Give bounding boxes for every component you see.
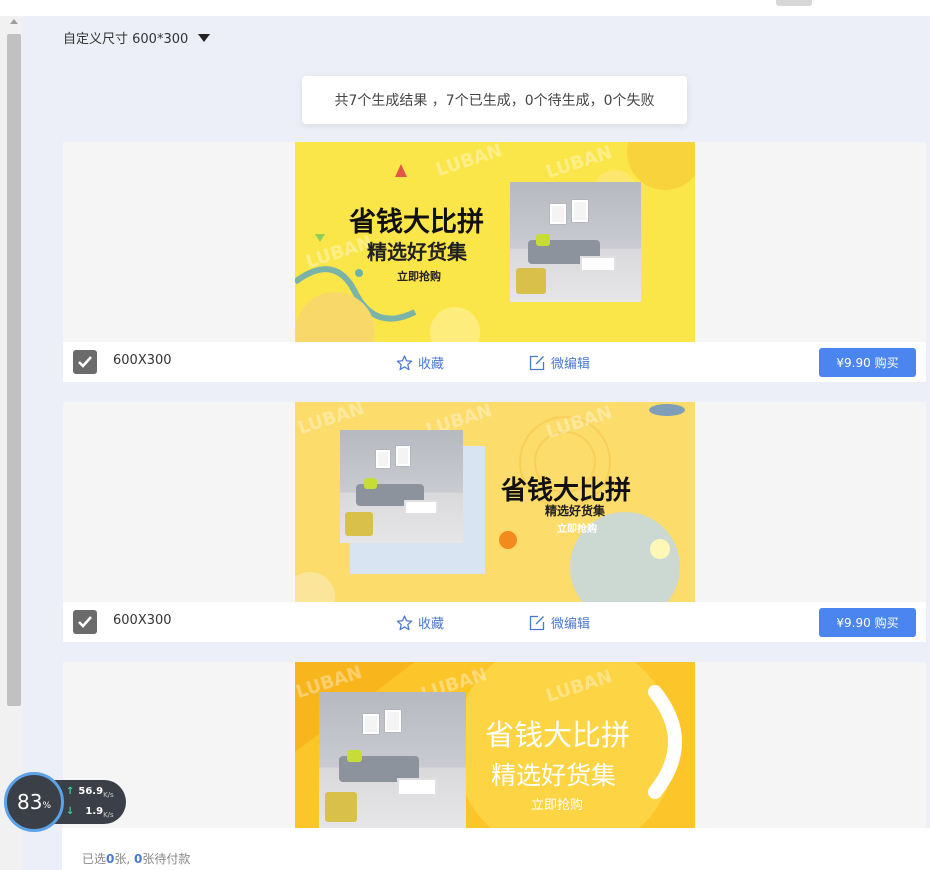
favorite-label: 收藏 <box>418 617 445 632</box>
picture-frame <box>572 200 588 222</box>
banner-image[interactable]: LUBAN LUBAN LUBAN 省钱大比拼 精选好货集 立即抢购 <box>295 142 695 342</box>
checkmark-icon <box>78 616 92 628</box>
scroll-thumb[interactable] <box>7 34 21 706</box>
card-footer: 600X300 收藏 微编辑 ¥9.90 购买 <box>63 602 926 642</box>
star-icon <box>396 354 413 370</box>
banner-photo <box>340 430 463 543</box>
banner-preview-area: LUBAN LUBAN LUBAN 省钱大比拼 精选好货集 立即抢购 <box>63 402 926 602</box>
usage-percent-unit: % <box>42 801 51 811</box>
micro-edit-label: 微编辑 <box>551 617 591 632</box>
pillow <box>347 750 362 762</box>
edit-icon <box>529 355 545 370</box>
card-footer: 600X300 收藏 微编辑 ¥9.90 购买 <box>63 342 926 382</box>
scroll-up-arrow-icon[interactable] <box>10 19 18 24</box>
selection-bar: 已选0张, 0张待付款 <box>62 828 930 870</box>
selection-status: 已选0张, 0张待付款 <box>82 850 190 867</box>
result-card: LUBAN LUBAN LUBAN 省钱大比拼 精选好货集 立即抢购 600X3… <box>63 402 926 642</box>
banner-cta: 立即抢购 <box>397 270 441 283</box>
coffee-table <box>580 256 616 272</box>
result-card: LUBAN LUBAN LUBAN 省钱大比拼 精选好货集 立即抢购 600X3… <box>63 142 926 382</box>
generation-summary: 共7个生成结果 ，7个已生成，0个待生成，0个失败 <box>302 76 687 124</box>
result-card: LUBAN LUBAN LUBAN 省钱大比拼 精选好货集 立即抢购 <box>63 662 926 828</box>
size-dropdown-label: 自定义尺寸 600*300 <box>63 32 189 47</box>
checkmark-icon <box>78 356 92 368</box>
coffee-table <box>404 500 438 515</box>
download-speed: ↓ 1.9K/s <box>66 806 114 819</box>
upload-value: 56.9 <box>78 786 104 797</box>
upload-unit: K/s <box>103 791 114 799</box>
caret-down-icon <box>198 33 211 42</box>
favorite-button[interactable]: 收藏 <box>396 353 444 372</box>
picture-frame <box>396 446 410 466</box>
picture-frame <box>385 710 401 732</box>
download-arrow-icon: ↓ <box>66 806 75 817</box>
selection-suffix: 张待付款 <box>142 852 191 866</box>
banner-subline: 精选好货集 <box>367 240 467 264</box>
usage-gauge: 83% <box>4 772 64 832</box>
banner-headline: 省钱大比拼 <box>349 207 484 238</box>
select-checkbox[interactable] <box>73 610 97 634</box>
stool <box>325 792 357 822</box>
banner-preview-area: LUBAN LUBAN LUBAN 省钱大比拼 精选好货集 立即抢购 <box>63 662 926 828</box>
selection-prefix: 已选 <box>82 852 107 866</box>
banner-cta: 立即抢购 <box>557 524 597 535</box>
upload-speed: ↑ 56.9K/s <box>66 786 114 799</box>
picture-frame <box>550 204 566 224</box>
banner-headline: 省钱大比拼 <box>485 718 631 752</box>
select-checkbox[interactable] <box>73 350 97 374</box>
star-icon <box>396 614 413 630</box>
banner-cta: 立即抢购 <box>531 798 584 813</box>
banner-photo <box>319 692 466 828</box>
card-size-label: 600X300 <box>113 613 172 628</box>
buy-button[interactable]: ¥9.90 购买 <box>819 608 916 637</box>
speed-widget[interactable]: 83% ↑ 56.9K/s ↓ 1.9K/s <box>4 772 126 832</box>
stool <box>345 512 373 536</box>
summary-text: 共7个生成结果 ，7个已生成，0个待生成，0个失败 <box>334 93 655 109</box>
pillow <box>536 234 550 246</box>
picture-frame <box>376 450 390 468</box>
micro-edit-button[interactable]: 微编辑 <box>529 353 590 372</box>
size-dropdown[interactable]: 自定义尺寸 600*300 <box>63 28 211 47</box>
picture-frame <box>363 714 379 734</box>
banner-image[interactable]: LUBAN LUBAN LUBAN 省钱大比拼 精选好货集 立即抢购 <box>295 402 695 602</box>
banner-photo <box>510 182 641 302</box>
banner-preview-area: LUBAN LUBAN LUBAN 省钱大比拼 精选好货集 立即抢购 <box>63 142 926 342</box>
favorite-button[interactable]: 收藏 <box>396 613 444 632</box>
top-bar <box>0 0 930 16</box>
scrollbar[interactable] <box>0 16 22 870</box>
card-size-label: 600X300 <box>113 353 172 368</box>
micro-edit-button[interactable]: 微编辑 <box>529 613 590 632</box>
top-corner-button[interactable] <box>776 0 812 6</box>
stool <box>516 268 546 294</box>
buy-button[interactable]: ¥9.90 购买 <box>819 348 916 377</box>
banner-subline: 精选好货集 <box>491 761 617 790</box>
selection-mid: 张, <box>114 852 135 866</box>
coffee-table <box>397 778 437 796</box>
favorite-label: 收藏 <box>418 357 445 372</box>
edit-icon <box>529 615 545 630</box>
usage-percent: 83 <box>16 790 43 814</box>
banner-subline: 精选好货集 <box>545 504 606 518</box>
banner-image[interactable]: LUBAN LUBAN LUBAN 省钱大比拼 精选好货集 立即抢购 <box>295 662 695 828</box>
download-value: 1.9 <box>85 806 104 817</box>
micro-edit-label: 微编辑 <box>551 357 591 372</box>
pillow <box>364 478 377 489</box>
download-unit: K/s <box>103 811 114 819</box>
upload-arrow-icon: ↑ <box>66 786 75 797</box>
